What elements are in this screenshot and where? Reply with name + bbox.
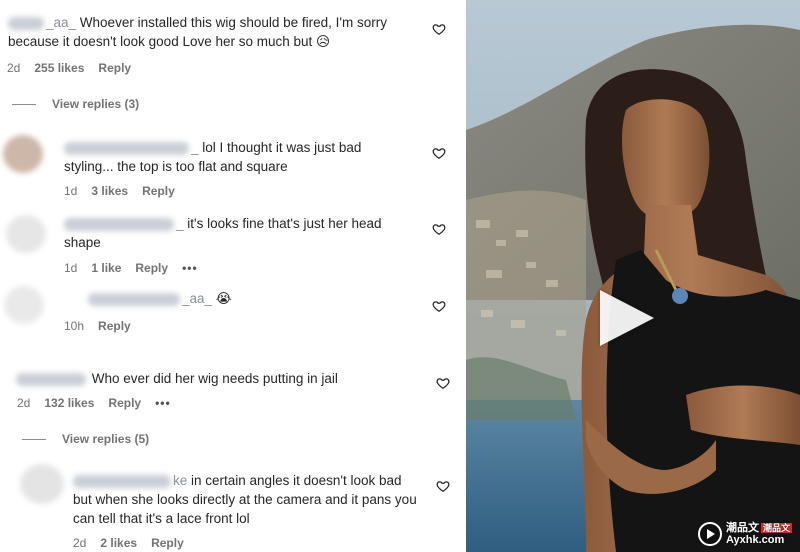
portrait-photo [466, 0, 800, 552]
username[interactable]: ke [173, 473, 187, 488]
avatar[interactable] [3, 135, 43, 173]
comment-meta: 1d 1 like Reply ••• [64, 261, 212, 275]
comment-meta: 2d 2 likes Reply [73, 536, 198, 550]
comment-2: _ lol I thought it was just bad styling.… [0, 125, 466, 205]
reply-button[interactable]: Reply [151, 536, 184, 550]
likes-count[interactable]: 2 likes [100, 536, 137, 550]
divider-line [12, 104, 36, 106]
reply-button[interactable]: Reply [98, 319, 131, 333]
reply-button[interactable]: Reply [98, 61, 131, 75]
comment-time: 2d [17, 396, 31, 410]
comment-text: Who ever did her wig needs putting in ja… [16, 369, 416, 388]
view-replies-label[interactable]: View replies (3) [52, 97, 139, 111]
comment-1: _aa_ Whoever installed this wig should b… [0, 0, 466, 82]
likes-count[interactable]: 1 like [91, 261, 121, 275]
like-heart-icon[interactable] [432, 222, 446, 236]
watermark: 潮品文 潮品文 Ayxhk.com [697, 522, 792, 546]
username[interactable]: _ [191, 140, 199, 155]
username-redacted[interactable] [64, 141, 189, 155]
comment-text: _aa_ 😭 [88, 289, 388, 308]
avatar[interactable] [20, 464, 64, 504]
username-redacted[interactable] [88, 292, 180, 306]
watermark-play-icon [697, 522, 722, 546]
comment-text: _ it's looks fine that's just her head s… [64, 214, 409, 252]
comment-3: _ it's looks fine that's just her head s… [0, 205, 466, 280]
avatar[interactable] [4, 286, 44, 324]
play-icon[interactable] [600, 290, 654, 346]
view-replies-button[interactable]: View replies (5) [22, 432, 149, 446]
comment-meta: 2d 255 likes Reply [7, 61, 145, 75]
comment-text: ke in certain angles it doesn't look bad… [73, 471, 418, 528]
comment-time: 2d [73, 536, 87, 550]
likes-count[interactable]: 132 likes [44, 396, 94, 410]
comment-time: 2d [7, 61, 21, 75]
divider-line [22, 439, 46, 441]
like-heart-icon[interactable] [436, 376, 450, 390]
watermark-site: Ayxhk.com [725, 534, 785, 546]
comment-4: _aa_ 😭 10h Reply [0, 280, 466, 350]
like-heart-icon[interactable] [432, 299, 446, 313]
username-redacted[interactable] [16, 372, 86, 386]
video-thumbnail[interactable]: 潮品文 潮品文 Ayxhk.com [466, 0, 800, 552]
reply-button[interactable]: Reply [142, 184, 175, 198]
comments-panel: _aa_ Whoever installed this wig should b… [0, 0, 466, 552]
comment-time: 10h [64, 319, 85, 333]
watermark-tag: 潮品文 [760, 523, 792, 533]
view-replies-button[interactable]: View replies (3) [12, 97, 139, 111]
like-heart-icon[interactable] [432, 146, 446, 160]
comment-time: 1d [64, 261, 78, 275]
reply-button[interactable]: Reply [108, 396, 141, 410]
like-heart-icon[interactable] [432, 22, 446, 36]
comment-text: _aa_ Whoever installed this wig should b… [8, 13, 418, 51]
comment-body: Who ever did her wig needs putting in ja… [88, 371, 338, 386]
more-options-icon[interactable]: ••• [182, 261, 198, 275]
username[interactable]: _aa_ [182, 291, 212, 306]
username-redacted[interactable] [64, 217, 174, 231]
watermark-text: 潮品文 潮品文 Ayxhk.com [726, 522, 792, 546]
comment-meta: 1d 3 likes Reply [64, 184, 189, 198]
comment-meta: 10h Reply [64, 319, 145, 333]
comment-5: Who ever did her wig needs putting in ja… [0, 360, 466, 425]
likes-count[interactable]: 255 likes [34, 61, 84, 75]
reply-button[interactable]: Reply [135, 261, 168, 275]
comment-time: 1d [64, 184, 78, 198]
view-replies-label[interactable]: View replies (5) [62, 432, 149, 446]
username[interactable]: _aa_ [46, 15, 76, 30]
comment-text: _ lol I thought it was just bad styling.… [64, 138, 394, 176]
comment-meta: 2d 132 likes Reply ••• [17, 396, 185, 410]
like-heart-icon[interactable] [436, 479, 450, 493]
more-options-icon[interactable]: ••• [155, 396, 171, 410]
comment-body: 😭 [212, 291, 232, 306]
avatar[interactable] [6, 215, 46, 253]
watermark-brand: 潮品文 [725, 522, 759, 534]
likes-count[interactable]: 3 likes [91, 184, 128, 198]
username[interactable]: _ [176, 216, 184, 231]
username-redacted[interactable] [73, 474, 171, 488]
comment-6: ke in certain angles it doesn't look bad… [0, 460, 466, 552]
username-redacted[interactable] [8, 16, 44, 30]
